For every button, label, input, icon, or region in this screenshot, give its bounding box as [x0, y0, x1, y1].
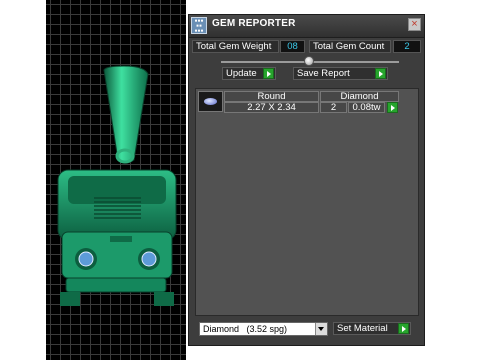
title-bar[interactable]: ▪▪▪ ▪▪ ▪▪▪ GEM REPORTER × [189, 15, 424, 38]
viewport[interactable] [46, 0, 186, 360]
gem-reporter-window: ▪▪▪ ▪▪ ▪▪▪ GEM REPORTER × Total Gem Weight… [188, 14, 425, 346]
column-header-material: Diamond [320, 91, 399, 102]
play-icon [375, 68, 386, 79]
update-button[interactable]: Update [222, 67, 276, 80]
total-gem-weight-label: Total Gem Weight [192, 40, 279, 53]
material-select[interactable]: Diamond (3.52 spg) [199, 322, 328, 336]
total-gem-count-value: 2 [393, 40, 421, 53]
window-title: GEM REPORTER [212, 18, 296, 29]
save-report-button[interactable]: Save Report [293, 67, 388, 80]
truck-pendant-model [57, 65, 177, 306]
round-gem-thumbnail[interactable] [198, 91, 223, 112]
set-material-button-label: Set Material [337, 323, 388, 334]
app-icon: ▪▪▪ ▪▪ ▪▪▪ [191, 17, 207, 34]
total-gem-weight-value: 08 [280, 40, 305, 53]
gem-size-cell: 2.27 X 2.34 [224, 102, 319, 113]
set-material-button[interactable]: Set Material [333, 322, 411, 335]
gem-count-cell: 2 [320, 102, 347, 113]
save-report-button-label: Save Report [297, 68, 350, 79]
play-icon [398, 323, 409, 334]
gem-row-go-icon[interactable] [387, 102, 398, 113]
close-icon[interactable]: × [408, 18, 421, 31]
play-icon [263, 68, 274, 79]
total-gem-count-label: Total Gem Count [309, 40, 391, 53]
material-select-value: Diamond (3.52 spg) [203, 324, 288, 334]
gem-list[interactable]: Round Diamond 2.27 X 2.34 2 0.08tw [195, 88, 419, 316]
update-button-label: Update [226, 68, 257, 79]
slider-handle[interactable] [304, 56, 314, 66]
chevron-down-icon[interactable] [315, 323, 327, 335]
gem-weight-cell: 0.08tw [348, 102, 385, 113]
column-header-shape: Round [224, 91, 319, 102]
